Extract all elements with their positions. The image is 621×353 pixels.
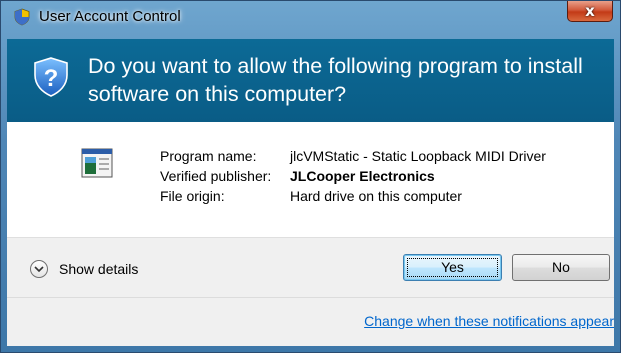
uac-dialog: User Account Control x ? Do you want to … [0,0,621,353]
program-info: Program name: jlcVMStatic - Static Loopba… [160,146,546,206]
shield-question-icon: ? [34,57,68,97]
program-name-label: Program name: [160,148,257,164]
title-bar: User Account Control x [1,1,620,31]
notification-settings-link[interactable]: Change when these notifications appear [364,313,614,329]
yes-button[interactable]: Yes [403,254,502,281]
divider [7,297,614,298]
no-button-label: No [552,259,570,275]
question-text: Do you want to allow the following progr… [88,54,583,106]
question-banner: ? Do you want to allow the following pro… [7,39,614,122]
uac-shield-icon [14,8,30,26]
close-button[interactable]: x [567,1,613,22]
close-icon: x [585,2,595,20]
program-name-value: jlcVMStatic - Static Loopback MIDI Drive… [290,148,546,164]
program-window-icon [81,148,113,178]
publisher-row: Verified publisher: JLCooper Electronics [160,166,546,186]
show-details-toggle[interactable]: Show details [30,258,138,280]
program-details-panel: Program name: jlcVMStatic - Static Loopba… [7,122,614,237]
publisher-label: Verified publisher: [160,168,272,184]
no-button[interactable]: No [512,254,610,281]
file-origin-row: File origin: Hard drive on this computer [160,186,546,206]
window-title: User Account Control [39,8,181,25]
file-origin-label: File origin: [160,188,225,204]
chevron-down-icon [30,260,48,278]
footer-panel: Show details Yes No Change when these no… [7,237,614,346]
file-origin-value: Hard drive on this computer [290,188,462,204]
svg-text:?: ? [44,65,59,92]
show-details-label: Show details [59,261,139,277]
publisher-value: JLCooper Electronics [290,168,435,184]
program-name-row: Program name: jlcVMStatic - Static Loopba… [160,146,546,166]
focus-ring [407,258,498,277]
